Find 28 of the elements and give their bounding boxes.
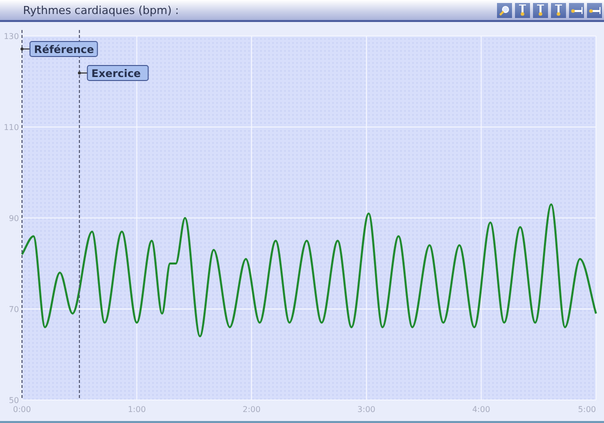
annotation-label: Référence: [20, 41, 98, 57]
search-icon: [499, 4, 510, 16]
axis-button[interactable]: [587, 2, 602, 18]
y-axis-label: 110: [4, 123, 19, 132]
horizontal-arrow-icon: [570, 6, 582, 14]
y-axis-label: 70: [8, 305, 19, 314]
vertical-arrow-icon: [554, 4, 563, 16]
x-axis-label: 5:00: [578, 405, 596, 414]
x-axis-label: 4:00: [472, 405, 490, 414]
horizontal-arrow-icon: [588, 6, 600, 14]
y-axis-label: 130: [4, 32, 19, 41]
annotation-label: Exercice: [78, 65, 149, 81]
zoom-button[interactable]: [497, 2, 512, 18]
x-axis-label: 1:00: [128, 405, 146, 414]
x-axis-label: 2:00: [242, 405, 261, 414]
axis-button[interactable]: [569, 2, 584, 18]
chart-title: Rythmes cardiaques (bpm) :: [23, 4, 179, 16]
vertical-arrow-icon: [536, 4, 545, 16]
axis-button[interactable]: [551, 2, 566, 18]
x-axis-label: 3:00: [357, 405, 376, 414]
y-axis-label: 50: [8, 396, 19, 405]
y-axis-label: 90: [8, 214, 19, 223]
vertical-arrow-icon: [518, 4, 527, 16]
axis-button[interactable]: [533, 2, 548, 18]
ref-line-label: Exercice: [91, 68, 141, 80]
axis-button[interactable]: [515, 2, 530, 18]
ref-line-label: Référence: [34, 44, 94, 56]
x-axis-label: 0:00: [13, 405, 31, 414]
